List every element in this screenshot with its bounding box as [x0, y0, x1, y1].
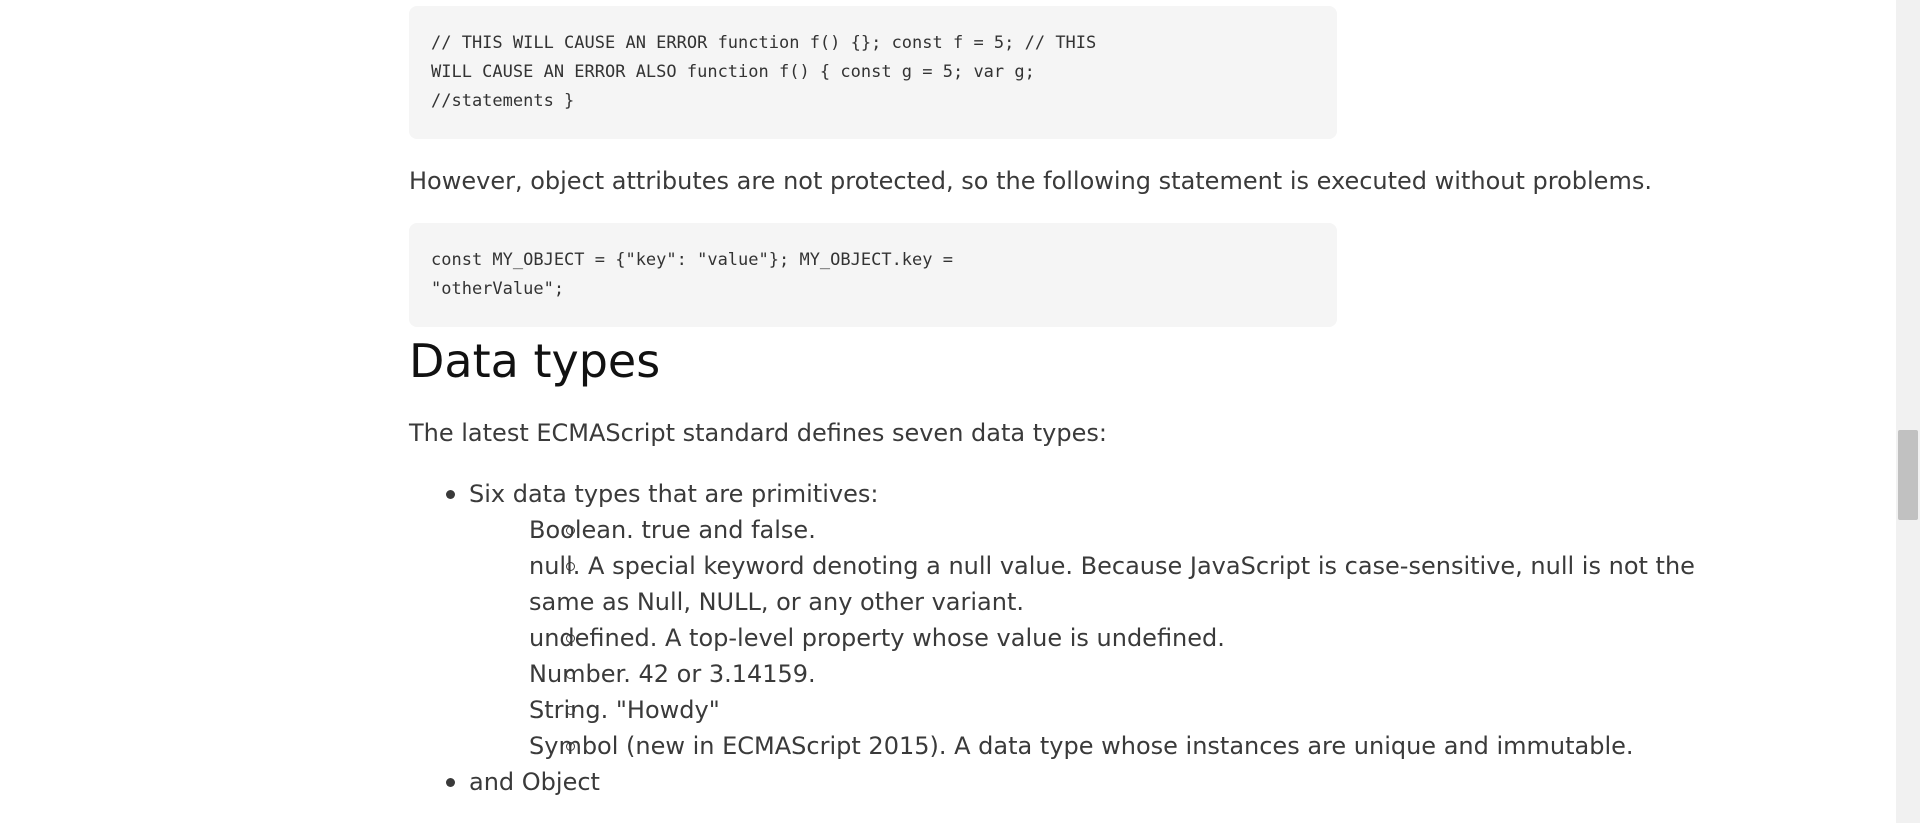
paragraph-standard-intro: The latest ECMAScript standard defines s…: [409, 419, 1107, 447]
circle-bullet-icon: [566, 634, 575, 643]
circle-bullet-icon: [566, 670, 575, 679]
paragraph-object-attributes: However, object attributes are not prote…: [409, 167, 1652, 195]
list-item: Boolean. true and false.: [469, 512, 1699, 548]
list-item: undefined. A top-level property whose va…: [469, 620, 1699, 656]
list-item-text: String. "Howdy": [529, 696, 720, 724]
list-item-label: Six data types that are primitives:: [469, 480, 879, 508]
circle-bullet-icon: [566, 526, 575, 535]
scrollbar-thumb[interactable]: [1898, 430, 1918, 520]
disc-bullet-icon: [446, 490, 455, 499]
circle-bullet-icon: [566, 562, 575, 571]
list-item: Symbol (new in ECMAScript 2015). A data …: [469, 728, 1699, 764]
list-item: String. "Howdy": [469, 692, 1699, 728]
vertical-scrollbar[interactable]: [1896, 0, 1920, 823]
list-item-primitives: Six data types that are primitives: Bool…: [409, 476, 1699, 764]
circle-bullet-icon: [566, 742, 575, 751]
data-types-list: Six data types that are primitives: Bool…: [409, 476, 1699, 800]
list-item-object: and Object: [409, 764, 1699, 800]
list-item-label: and Object: [469, 768, 600, 796]
list-item: null. A special keyword denoting a null …: [469, 548, 1699, 620]
code-block-redeclaration: // THIS WILL CAUSE AN ERROR function f()…: [409, 6, 1337, 139]
list-item-text: undefined. A top-level property whose va…: [529, 624, 1225, 652]
primitives-sublist: Boolean. true and false. null. A special…: [469, 512, 1699, 764]
circle-bullet-icon: [566, 706, 575, 715]
list-item-text: Symbol (new in ECMAScript 2015). A data …: [529, 732, 1634, 760]
disc-bullet-icon: [446, 778, 455, 787]
list-item-text: null. A special keyword denoting a null …: [529, 552, 1695, 616]
section-heading-data-types: Data types: [409, 334, 661, 388]
code-block-object-mutation: const MY_OBJECT = {"key": "value"}; MY_O…: [409, 223, 1337, 327]
list-item: Number. 42 or 3.14159.: [469, 656, 1699, 692]
